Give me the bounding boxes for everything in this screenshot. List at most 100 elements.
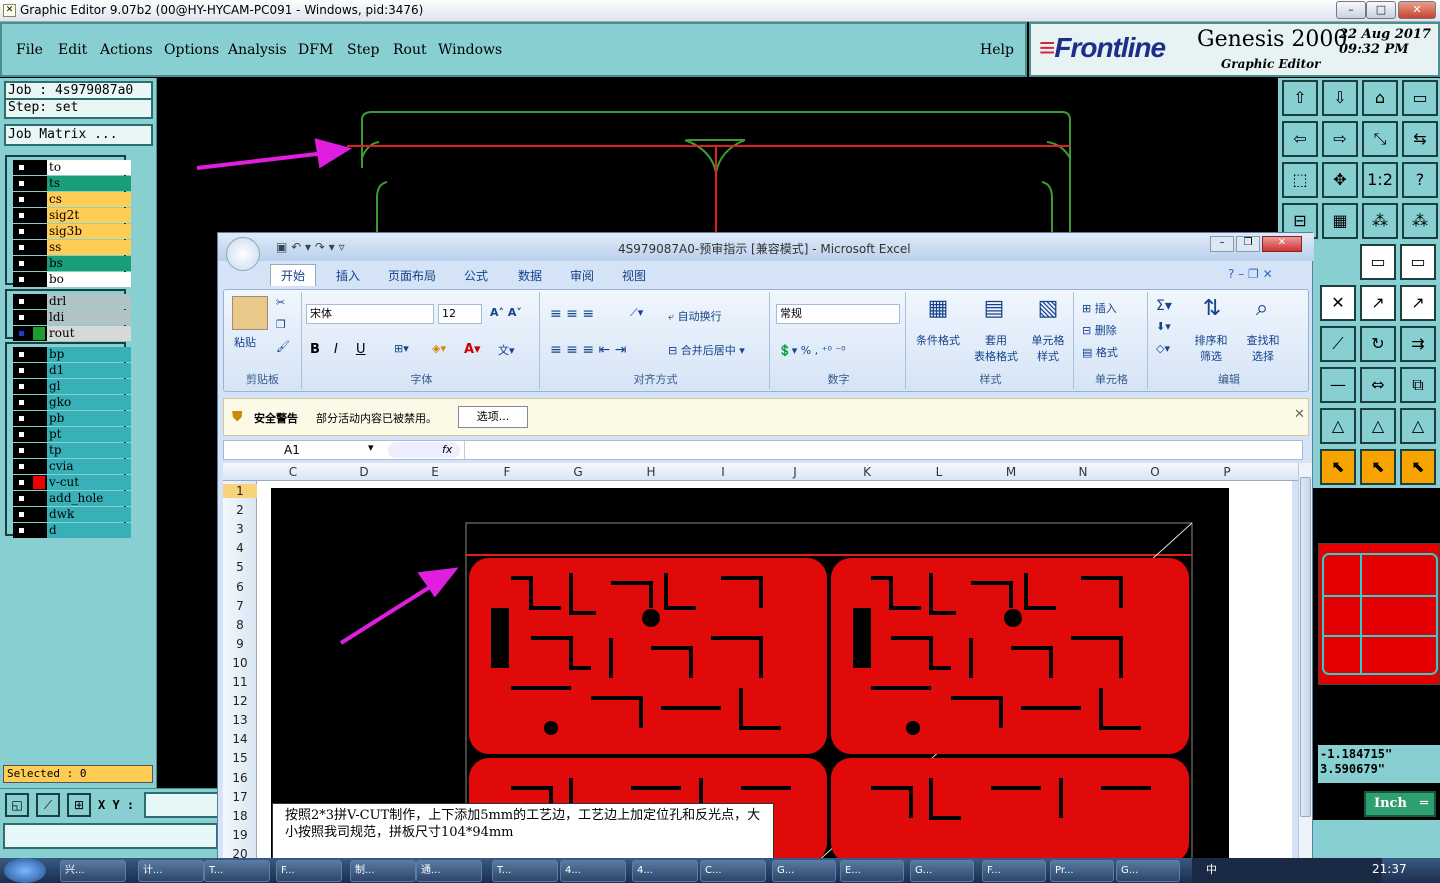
clear-icon[interactable]: ◇▾: [1156, 342, 1170, 355]
select-layers-icon[interactable]: ⁂: [1402, 203, 1438, 239]
move-up-icon[interactable]: ⇧: [1282, 80, 1318, 116]
menu-help[interactable]: Help: [980, 42, 1014, 58]
ribbon-tab-5[interactable]: 审阅: [570, 267, 594, 284]
taskbar-item[interactable]: 兴...: [60, 860, 126, 882]
layer-row-bs[interactable]: bs: [13, 256, 131, 271]
row-header[interactable]: 13: [223, 713, 257, 727]
layer-checkbox[interactable]: [17, 510, 26, 519]
layer-row-cs[interactable]: cs: [13, 192, 131, 207]
job-field[interactable]: Job : 4s979087a0: [4, 81, 153, 100]
excel-window[interactable]: ▣ ↶ ▾ ↷ ▾ ▿ 4S979087A0-预审指示 [兼容模式] - Mic…: [217, 232, 1314, 869]
grid-icon[interactable]: ⊞: [67, 793, 91, 817]
fill-color-icon[interactable]: ◈▾: [432, 342, 446, 355]
layer-row-drl[interactable]: drl: [13, 294, 131, 309]
menu-file[interactable]: File: [16, 42, 43, 58]
taskbar-item[interactable]: T...: [204, 860, 270, 882]
home-icon[interactable]: ⌂: [1362, 80, 1398, 116]
xy-input[interactable]: [144, 792, 220, 818]
split-icon[interactable]: ⇉: [1400, 326, 1436, 362]
border-icon[interactable]: ⊞▾: [394, 342, 409, 355]
conditional-format-button[interactable]: 条件格式: [910, 332, 966, 348]
layer-row-rout[interactable]: rout: [13, 326, 131, 341]
layer-row-add_hole[interactable]: add_hole: [13, 491, 131, 506]
ribbon-tab-2[interactable]: 页面布局: [388, 267, 436, 284]
ribbon-tab-6[interactable]: 视图: [622, 267, 646, 284]
layer-checkbox[interactable]: [17, 211, 26, 220]
layer-row-pt[interactable]: pt: [13, 427, 131, 442]
layer-row-sig2t[interactable]: sig2t: [13, 208, 131, 223]
job-matrix-button[interactable]: Job Matrix ...: [4, 124, 153, 146]
select-features-icon[interactable]: ⁂: [1362, 203, 1398, 239]
column-header[interactable]: E: [425, 465, 445, 479]
font-color-icon[interactable]: A▾: [464, 342, 481, 357]
row-header[interactable]: 19: [223, 828, 257, 842]
excel-maximize[interactable]: ❐: [1236, 236, 1260, 252]
format-painter-icon[interactable]: 🖌: [276, 340, 290, 353]
ribbon-tab-3[interactable]: 公式: [464, 267, 488, 284]
layer-row-bo[interactable]: bo: [13, 272, 131, 287]
row-header[interactable]: 1: [223, 484, 257, 498]
row-header[interactable]: 12: [223, 694, 257, 708]
table-format-button[interactable]: 套用 表格格式: [966, 332, 1026, 364]
column-header[interactable]: F: [497, 465, 517, 479]
grid-icon[interactable]: ▦: [1322, 203, 1358, 239]
layer-checkbox[interactable]: [17, 163, 26, 172]
menu-dfm[interactable]: DFM: [298, 42, 333, 58]
row-header[interactable]: 6: [223, 580, 257, 594]
sort-filter-icon[interactable]: ⇅: [1190, 296, 1234, 321]
move-feature-icon[interactable]: ↗: [1360, 285, 1396, 321]
layer-row-ts[interactable]: ts: [13, 176, 131, 191]
layer-row-d1[interactable]: d1: [13, 363, 131, 378]
layer-checkbox[interactable]: [17, 366, 26, 375]
layer-checkbox[interactable]: [17, 350, 26, 359]
taskbar-item[interactable]: 通...: [416, 860, 482, 882]
taskbar-item[interactable]: G...: [910, 860, 974, 882]
vertical-scrollbar[interactable]: [1298, 463, 1312, 863]
ribbon-tab-1[interactable]: 插入: [336, 267, 360, 284]
conditional-format-icon[interactable]: ▦: [914, 296, 962, 321]
minimize-button[interactable]: –: [1336, 1, 1366, 19]
merge-center-button[interactable]: ⊟ 合并后居中 ▾: [668, 342, 745, 358]
column-header[interactable]: I: [713, 465, 733, 479]
triangle-icon[interactable]: △: [1320, 408, 1356, 444]
row-header[interactable]: 7: [223, 599, 257, 613]
layer-checkbox[interactable]: [17, 227, 26, 236]
arc-icon[interactable]: ⟋: [1320, 326, 1356, 362]
menu-options[interactable]: Options: [164, 42, 219, 58]
pointer2-icon[interactable]: ⬉: [1360, 449, 1396, 485]
autosum-icon[interactable]: Σ▾: [1156, 298, 1172, 314]
layer-checkbox[interactable]: [17, 195, 26, 204]
layer-checkbox[interactable]: [17, 398, 26, 407]
menu-step[interactable]: Step: [347, 42, 379, 58]
layer-checkbox[interactable]: [17, 179, 26, 188]
formula-input[interactable]: [464, 441, 1304, 459]
row-header[interactable]: 11: [223, 675, 257, 689]
help-icon[interactable]: ?: [1402, 162, 1438, 198]
row-header[interactable]: 4: [223, 541, 257, 555]
layer-checkbox[interactable]: [17, 494, 26, 503]
pointer3-icon[interactable]: ⬉: [1400, 449, 1436, 485]
row-header[interactable]: 18: [223, 809, 257, 823]
taskbar-item[interactable]: F...: [276, 860, 342, 882]
layer-row-dwk[interactable]: dwk: [13, 507, 131, 522]
dim-icon[interactable]: ⇔: [1360, 367, 1396, 403]
array-icon[interactable]: ⧉: [1400, 367, 1436, 403]
row-header[interactable]: 15: [223, 751, 257, 765]
options-button[interactable]: 选项...: [458, 406, 528, 428]
column-header[interactable]: M: [1001, 465, 1021, 479]
table-format-icon[interactable]: ▤: [970, 296, 1018, 321]
zoom-fit-icon[interactable]: ⬚: [1282, 162, 1318, 198]
row-header[interactable]: 14: [223, 732, 257, 746]
ribbon-tab-0[interactable]: 开始: [270, 264, 317, 286]
cell-styles-icon[interactable]: ▧: [1026, 296, 1070, 321]
column-header[interactable]: O: [1145, 465, 1165, 479]
row-header[interactable]: 9: [223, 637, 257, 651]
row-header[interactable]: 17: [223, 790, 257, 804]
layer-row-tp[interactable]: tp: [13, 443, 131, 458]
panel-preview[interactable]: [1318, 543, 1440, 685]
layer-row-bp[interactable]: bp: [13, 347, 131, 362]
triangle2-icon[interactable]: △: [1360, 408, 1396, 444]
delete-cells-button[interactable]: ⊟ 删除: [1082, 322, 1117, 338]
row-header[interactable]: 5: [223, 560, 257, 574]
fx-icon[interactable]: fx: [442, 443, 452, 456]
